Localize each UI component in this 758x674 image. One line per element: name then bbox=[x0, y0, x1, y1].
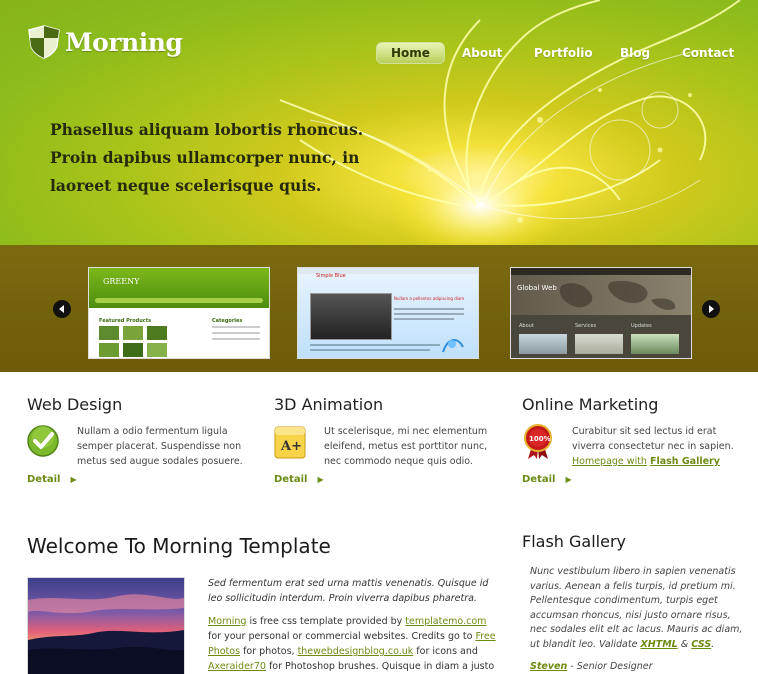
text-span: for your personal or commercial websites… bbox=[208, 631, 476, 642]
banner-tagline: Phasellus aliquam lobortis rhoncus. Proi… bbox=[50, 120, 364, 195]
service-text: Nullam a odio fermentum ligula semper pl… bbox=[77, 426, 243, 467]
text-span: . bbox=[711, 638, 715, 650]
flash-paragraph: Nunc vestibulum libero in sapien venenat… bbox=[530, 565, 745, 652]
service-web-design: Web Design Nullam a odio fermentum ligul… bbox=[27, 395, 247, 485]
gallery-thumb-greeny[interactable]: GREENY Featured Products Categories bbox=[88, 267, 270, 359]
page: Morning Home About Portfolio Blog Contac… bbox=[0, 0, 758, 674]
thumb-greeny-heading2: Categories bbox=[212, 318, 243, 324]
text-span: & bbox=[677, 638, 692, 650]
detail-label: Detail bbox=[274, 474, 308, 485]
text-span: for photos, bbox=[240, 646, 298, 657]
service-title: 3D Animation bbox=[274, 395, 384, 414]
text-span: Nunc vestibulum libero in sapien venenat… bbox=[530, 566, 743, 650]
author-link[interactable]: Steven bbox=[530, 661, 567, 672]
thumb-global-title: Global Web bbox=[517, 284, 557, 292]
text-span: for icons and bbox=[413, 646, 478, 657]
gallery-thumb-simple-blue[interactable]: Simple Blue Nullam a pellentes adipiscin… bbox=[297, 267, 479, 359]
nav-home[interactable]: Home bbox=[376, 42, 445, 64]
nav-blog[interactable]: Blog bbox=[620, 43, 650, 63]
guarantee-badge-icon: 100% bbox=[524, 424, 552, 459]
sunset-image bbox=[28, 578, 184, 674]
text-span: is free css template provided by bbox=[246, 616, 406, 627]
service-online-marketing: Online Marketing 100% Curabitur sit sed … bbox=[522, 395, 742, 485]
service-title: Online Marketing bbox=[522, 395, 659, 414]
thumb-global-col1: About bbox=[519, 323, 534, 329]
gallery-thumb-global-web[interactable]: Global Web About Services Updates bbox=[510, 267, 692, 359]
thumb-blue-heading: Nullam a pellentes adipiscing diam bbox=[394, 296, 465, 301]
grade-a-plus-icon: A+ bbox=[274, 426, 306, 459]
homepage-link[interactable]: Homepage with bbox=[572, 456, 647, 467]
gallery-band: GREENY Featured Products Categories Simp… bbox=[0, 245, 758, 372]
morning-link[interactable]: Morning bbox=[208, 616, 246, 627]
css-link[interactable]: CSS bbox=[691, 639, 711, 650]
templatemo-link[interactable]: templatemo.com bbox=[405, 616, 486, 627]
author-line: Steven - Senior Designer bbox=[530, 660, 745, 674]
welcome-intro: Sed fermentum erat sed urna mattis venen… bbox=[208, 578, 489, 604]
flash-gallery-title: Flash Gallery bbox=[522, 532, 626, 551]
service-text: Curabitur sit sed lectus id erat viverra… bbox=[572, 424, 742, 469]
triangle-right-icon: ▶ bbox=[70, 475, 77, 484]
checkmark-icon bbox=[27, 425, 59, 457]
header-banner: Morning Home About Portfolio Blog Contac… bbox=[0, 0, 758, 245]
welcome-title: Welcome To Morning Template bbox=[27, 534, 331, 558]
arrow-left-icon bbox=[59, 305, 64, 313]
detail-link[interactable]: Detail ▶ bbox=[522, 474, 572, 485]
author-role: - Senior Designer bbox=[567, 661, 653, 672]
nav-portfolio[interactable]: Portfolio bbox=[534, 43, 593, 63]
service-text: Ut scelerisque, mi nec elementum eleifen… bbox=[324, 426, 488, 467]
thumb-global-col3: Updates bbox=[631, 323, 652, 329]
nav-contact[interactable]: Contact bbox=[682, 43, 734, 63]
service-text-body: Curabitur sit sed lectus id erat viverra… bbox=[572, 426, 734, 452]
detail-link[interactable]: Detail ▶ bbox=[27, 474, 77, 485]
detail-label: Detail bbox=[27, 474, 61, 485]
axeraider70-link[interactable]: Axeraider70 bbox=[208, 661, 266, 672]
triangle-right-icon: ▶ bbox=[317, 475, 324, 484]
thumb-greeny-heading1: Featured Products bbox=[99, 318, 152, 324]
arrow-right-icon bbox=[709, 305, 714, 313]
detail-label: Detail bbox=[522, 474, 556, 485]
welcome-paragraph: Morning is free css template provided by… bbox=[208, 614, 498, 674]
thumb-blue-title: Simple Blue bbox=[316, 273, 346, 279]
flash-gallery-text: Nunc vestibulum libero in sapien venenat… bbox=[530, 565, 745, 674]
service-title: Web Design bbox=[27, 395, 123, 414]
nav-about[interactable]: About bbox=[462, 43, 502, 63]
svg-text:A+: A+ bbox=[280, 439, 302, 454]
xhtml-link[interactable]: XHTML bbox=[640, 639, 677, 650]
text-span: for Photoshop brushes. Quisque in diam a… bbox=[265, 661, 495, 672]
welcome-text: Sed fermentum erat sed urna mattis venen… bbox=[208, 576, 498, 674]
detail-link[interactable]: Detail ▶ bbox=[274, 474, 324, 485]
flash-gallery-link[interactable]: Flash Gallery bbox=[650, 456, 720, 467]
thumb-global-col2: Services bbox=[575, 323, 597, 329]
badge-text: 100% bbox=[529, 435, 551, 443]
service-3d-animation: 3D Animation A+ Ut scelerisque, mi nec e… bbox=[274, 395, 494, 485]
gallery-prev-button[interactable] bbox=[53, 300, 71, 318]
thewebdesignblog-link[interactable]: thewebdesignblog.co.uk bbox=[298, 646, 414, 657]
thumb-greeny-title: GREENY bbox=[103, 277, 140, 286]
triangle-right-icon: ▶ bbox=[565, 475, 572, 484]
gallery-next-button[interactable] bbox=[702, 300, 720, 318]
main-nav: Home About Portfolio Blog Contact bbox=[0, 42, 758, 64]
sunset-photo bbox=[27, 577, 185, 674]
